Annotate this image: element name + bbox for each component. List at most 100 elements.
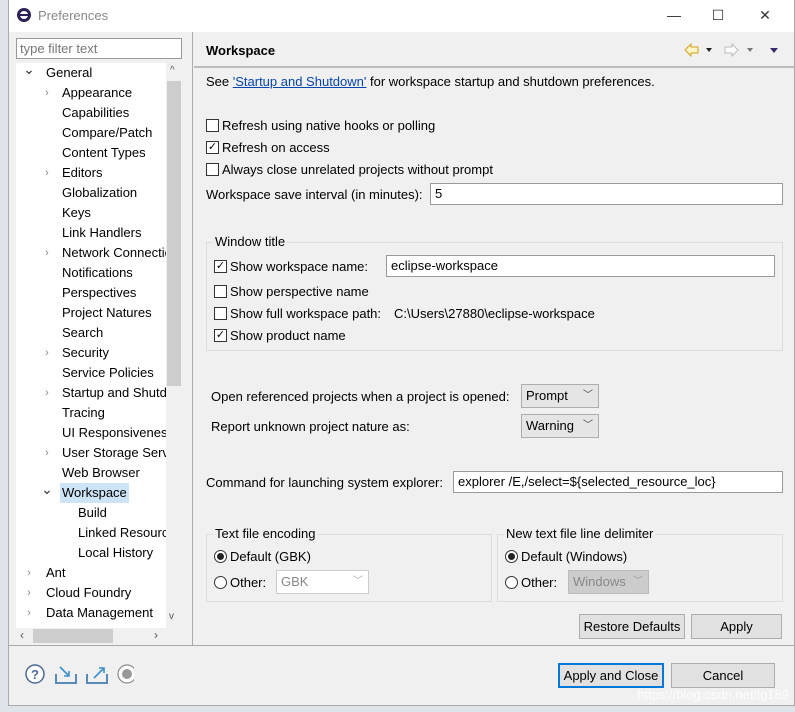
chevron-right-icon[interactable]: › [23, 563, 35, 583]
scroll-down-arrow[interactable]: v [169, 611, 174, 622]
delimiter-other-label: Other: [521, 575, 558, 590]
report-nature-select[interactable]: Warning ﹀ [521, 414, 599, 438]
open-referenced-select[interactable]: Prompt ﹀ [521, 384, 599, 408]
tree-item[interactable]: ⌄ Workspace [16, 483, 166, 503]
delimiter-legend: New text file line delimiter [504, 526, 656, 541]
open-referenced-label: Open referenced projects when a project … [211, 389, 510, 404]
chevron-down-icon[interactable]: ⌄ [41, 483, 53, 499]
export-icon[interactable] [86, 667, 108, 684]
show-full-path-checkbox[interactable] [214, 307, 227, 320]
tree-item[interactable]: Compare/Patch [16, 123, 166, 143]
scroll-left-arrow[interactable]: ‹ [20, 628, 24, 642]
tree-item[interactable]: Capabilities [16, 103, 166, 123]
tree-item[interactable]: › Data Management [16, 603, 166, 623]
delimiter-other-radio[interactable] [505, 576, 518, 589]
refresh-access-label[interactable]: Refresh on access [222, 140, 330, 155]
forward-icon[interactable] [724, 43, 739, 57]
encoding-other-radio[interactable] [214, 576, 227, 589]
tree-item[interactable]: Build [16, 503, 166, 523]
scroll-thumb[interactable] [167, 81, 181, 386]
encoding-other-select[interactable]: GBK ﹀ [276, 570, 369, 594]
tree-item-label: Notifications [62, 265, 133, 280]
tree-item[interactable]: Link Handlers [16, 223, 166, 243]
refresh-access-checkbox[interactable]: ✓ [206, 141, 219, 154]
import-icon[interactable] [55, 666, 77, 684]
encoding-default-radio[interactable] [214, 550, 227, 563]
tree-item[interactable]: Perspectives [16, 283, 166, 303]
tree-item[interactable]: ⌄ General [16, 63, 166, 83]
tree-item[interactable]: › Appearance [16, 83, 166, 103]
tree-item[interactable]: › Ant [16, 563, 166, 583]
scroll-right-arrow[interactable]: › [154, 628, 158, 642]
show-perspective-checkbox[interactable] [214, 285, 227, 298]
tree-item[interactable]: › Cloud Foundry [16, 583, 166, 603]
watermark: https://blog.csdn.net/lg189 [637, 687, 789, 702]
maximize-button[interactable]: ☐ [706, 4, 730, 26]
show-workspace-name-checkbox[interactable]: ✓ [214, 260, 227, 273]
tree-item[interactable]: Project Natures [16, 303, 166, 323]
explorer-command-input[interactable]: explorer /E,/select=${selected_resource_… [453, 471, 783, 493]
view-menu-icon[interactable] [770, 48, 778, 53]
tree-item[interactable]: › Security [16, 343, 166, 363]
chevron-right-icon[interactable]: › [23, 583, 35, 603]
help-icon[interactable]: ? [25, 664, 45, 684]
delimiter-other-select[interactable]: Windows ﹀ [568, 570, 649, 594]
forward-dropdown-icon[interactable] [747, 48, 753, 52]
chevron-right-icon[interactable]: › [41, 83, 53, 103]
record-icon[interactable] [117, 664, 134, 684]
minimize-button[interactable]: — [662, 4, 686, 26]
tree-item[interactable]: › User Storage Servic [16, 443, 166, 463]
delimiter-default-radio[interactable] [505, 550, 518, 563]
chevron-right-icon[interactable]: › [41, 243, 53, 263]
chevron-right-icon[interactable]: › [41, 383, 53, 403]
refresh-native-checkbox[interactable] [206, 119, 219, 132]
page-title: Workspace [206, 43, 276, 58]
tree-item[interactable]: Linked Resource [16, 523, 166, 543]
chevron-down-icon: ﹀ [353, 576, 363, 587]
tree-item[interactable]: Search [16, 323, 166, 343]
apply-and-close-button[interactable]: Apply and Close [558, 663, 664, 688]
always-close-checkbox[interactable] [206, 163, 219, 176]
tree-item[interactable]: Globalization [16, 183, 166, 203]
restore-defaults-button[interactable]: Restore Defaults [579, 614, 685, 639]
tree-horizontal-scrollbar[interactable]: ‹ › [16, 628, 166, 644]
show-perspective-label: Show perspective name [230, 284, 369, 299]
workspace-name-input[interactable]: eclipse-workspace [386, 255, 775, 277]
startup-shutdown-link[interactable]: 'Startup and Shutdown' [233, 74, 367, 89]
filter-input[interactable] [16, 38, 182, 59]
tree-item[interactable]: › Network Connectio [16, 243, 166, 263]
chevron-right-icon[interactable]: › [41, 343, 53, 363]
intro-post: for workspace startup and shutdown prefe… [366, 74, 655, 89]
chevron-right-icon[interactable]: › [23, 603, 35, 623]
apply-button[interactable]: Apply [691, 614, 782, 639]
close-button[interactable]: ✕ [753, 4, 777, 26]
footer-separator [9, 645, 794, 646]
tree-item-label: Keys [62, 205, 91, 220]
save-interval-input[interactable]: 5 [430, 183, 783, 205]
tree-item-label: Web Browser [62, 465, 140, 480]
h-scroll-thumb[interactable] [33, 629, 113, 643]
chevron-right-icon[interactable]: › [41, 163, 53, 183]
cancel-button[interactable]: Cancel [671, 663, 775, 688]
tree-item-label: Appearance [62, 85, 133, 100]
tree-item[interactable]: Local History [16, 543, 166, 563]
encoding-default-label: Default (GBK) [230, 549, 311, 564]
back-dropdown-icon[interactable] [706, 48, 712, 52]
back-icon[interactable] [684, 43, 699, 57]
tree-item[interactable]: Notifications [16, 263, 166, 283]
tree-item[interactable]: Keys [16, 203, 166, 223]
tree-item[interactable]: Service Policies [16, 363, 166, 383]
scroll-up-arrow[interactable]: ^ [170, 65, 175, 76]
refresh-native-label[interactable]: Refresh using native hooks or polling [222, 118, 435, 133]
tree-item[interactable]: › Editors [16, 163, 166, 183]
tree-item[interactable]: Web Browser [16, 463, 166, 483]
chevron-right-icon[interactable]: › [41, 443, 53, 463]
tree-item[interactable]: Content Types [16, 143, 166, 163]
tree-item[interactable]: › Startup and Shutdo [16, 383, 166, 403]
tree-item-label: Globalization [62, 185, 138, 200]
tree-item[interactable]: UI Responsiveness [16, 423, 166, 443]
tree-item[interactable]: Tracing [16, 403, 166, 423]
chevron-down-icon[interactable]: ⌄ [23, 63, 35, 79]
tree-vertical-scrollbar[interactable]: ^ v [166, 63, 182, 628]
show-product-checkbox[interactable]: ✓ [214, 329, 227, 342]
